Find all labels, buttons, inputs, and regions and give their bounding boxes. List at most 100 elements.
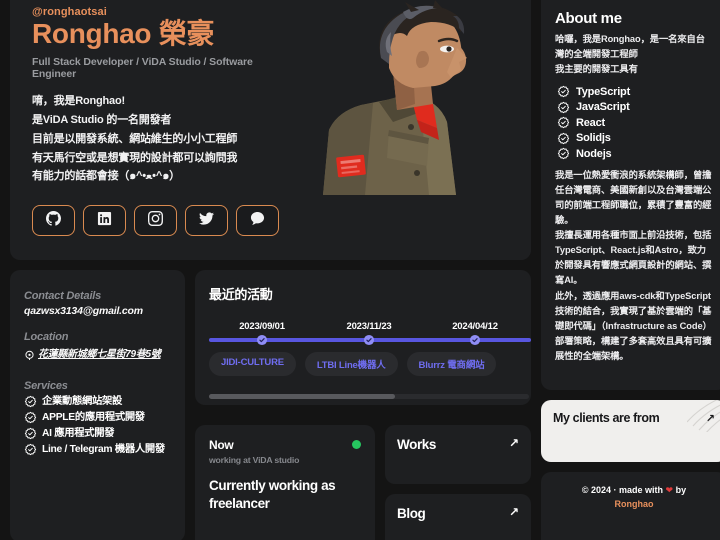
contact-details-block: Contact Details qazwsx3134@gmail.com <box>24 290 171 317</box>
scrollbar-thumb[interactable] <box>209 394 395 399</box>
contact-card: Contact Details qazwsx3134@gmail.com Loc… <box>10 270 185 540</box>
bio-line: 有天馬行空或是想實現的設計都可以詢問我 <box>32 151 238 164</box>
location-title: Location <box>24 331 69 343</box>
timeline-date: 2023/09/01 <box>239 321 285 332</box>
footer-by: by <box>675 485 687 495</box>
link-cards: Works ↗ Blog ↗ <box>385 425 531 540</box>
bio-line: 是ViDA Studio 的一名開發者 <box>32 113 172 126</box>
clients-label: My clients are from <box>553 411 660 425</box>
timeline-node-check-icon[interactable] <box>256 334 268 346</box>
skill-label: JavaScript <box>576 101 630 114</box>
github-icon <box>46 210 61 231</box>
skill-label: Solidjs <box>576 132 611 145</box>
skill-item: Nodejs <box>557 147 713 160</box>
hero-role: Full Stack Developer / ViDA Studio / Sof… <box>32 55 253 80</box>
about-card: About me 哈囉，我是Ronghao，是一名來自台灣的全端開發工程師 我主… <box>541 0 720 390</box>
globe-icon <box>686 400 720 437</box>
badge-check-icon <box>557 116 570 129</box>
service-item: AI 應用程式開發 <box>24 427 171 441</box>
bio-line: 目前是以開發系統、網站維生的小小工程師 <box>32 132 238 145</box>
linkedin-link[interactable] <box>83 205 126 237</box>
skill-item: Solidjs <box>557 132 713 145</box>
linkedin-icon <box>97 211 112 231</box>
bio-line: 唷，我是Ronghao! <box>32 94 125 107</box>
timeline-track <box>209 334 531 346</box>
badge-check-icon <box>24 395 37 408</box>
about-title: About me <box>555 10 622 27</box>
timeline-chip[interactable]: Blurrz 電商網站 <box>406 352 497 376</box>
skill-label: React <box>576 116 605 129</box>
timeline-chips: JIDI-CULTURE LTBI Line機器人 Blurrz 電商網站 <box>209 352 531 376</box>
badge-check-icon <box>557 132 570 145</box>
about-paragraph-3: 此外，透過應用aws-cdk和TypeScript技術的結合，我實現了基於雲端的… <box>555 290 712 361</box>
services-block: Services 企業動態網站架設 APPLE的應用程式開發 AI 應用程式開發… <box>24 380 171 457</box>
timeline-scrollbar[interactable] <box>209 394 529 399</box>
portfolio-page: @ronghaotsai Ronghao 榮豪 Full Stack Devel… <box>0 0 720 540</box>
timeline-node-check-icon[interactable] <box>469 334 481 346</box>
social-links <box>32 205 280 237</box>
skill-list: TypeScript JavaScript React Solidjs Node… <box>557 85 713 160</box>
footer-author[interactable]: Ronghao <box>614 499 653 509</box>
lower-section: Contact Details qazwsx3134@gmail.com Loc… <box>10 270 531 540</box>
timeline-chip[interactable]: LTBI Line機器人 <box>304 352 398 376</box>
service-item: APPLE的應用程式開發 <box>24 411 171 425</box>
handle: @ronghaotsai <box>32 6 107 18</box>
footer-text: © 2024 · made with ❤ by Ronghao <box>582 484 686 511</box>
now-headline: Currently working as freelancer <box>209 478 336 511</box>
chat-bubble-icon <box>250 211 265 231</box>
service-item: Line / Telegram 機器人開發 <box>24 443 171 457</box>
badge-check-icon <box>24 443 37 456</box>
service-label: Line / Telegram 機器人開發 <box>42 443 165 455</box>
skill-item: JavaScript <box>557 101 713 114</box>
badge-check-icon <box>24 427 37 440</box>
timeline-node-check-icon[interactable] <box>363 334 375 346</box>
avatar-illustration <box>261 0 531 260</box>
skill-item: React <box>557 116 713 129</box>
works-card[interactable]: Works ↗ <box>385 425 531 484</box>
external-link-arrow-icon: ↗ <box>508 436 519 450</box>
status-indicator-dot <box>352 440 361 449</box>
location-line[interactable]: 花蓮縣新城鄉七星街79巷5號 <box>24 347 171 366</box>
twitter-icon <box>199 211 214 231</box>
external-link-arrow-icon: ↗ <box>508 504 519 519</box>
timeline-date: 2024/04/12 <box>452 321 498 332</box>
page-title: Ronghao 榮豪 <box>32 18 215 49</box>
timeline-chip[interactable]: JIDI-CULTURE <box>209 352 296 376</box>
now-text: Now working at ViDA studio <box>209 438 299 465</box>
location-value: 花蓮縣新城鄉七星街79巷5號 <box>38 349 161 360</box>
clients-card[interactable]: My clients are from ↗ <box>541 400 720 462</box>
service-label: APPLE的應用程式開發 <box>42 411 145 423</box>
contact-details-title: Contact Details <box>24 290 102 302</box>
works-label: Works <box>397 437 437 452</box>
bio-line: 有能力的話都會接（๑^•ﻌ•^๑） <box>32 170 180 183</box>
blog-card[interactable]: Blog ↗ <box>385 493 531 540</box>
now-card: Now working at ViDA studio Currently wor… <box>195 425 375 540</box>
instagram-icon <box>148 210 163 231</box>
twitter-link[interactable] <box>185 205 228 237</box>
map-pin-icon <box>24 348 35 366</box>
email-value[interactable]: qazwsx3134@gmail.com <box>24 305 171 317</box>
instagram-link[interactable] <box>134 205 177 237</box>
hero-text-block: @ronghaotsai Ronghao 榮豪 Full Stack Devel… <box>10 0 280 260</box>
timeline: 2023/09/01 2023/11/23 2024/04/12 JIDI-CU… <box>195 321 531 376</box>
hero-bio: 唷，我是Ronghao! 是ViDA Studio 的一名開發者 目前是以開發系… <box>32 92 280 187</box>
footer-copyright: © 2024 · made with <box>581 485 664 495</box>
now-title: Now <box>209 438 234 452</box>
activity-and-cards: 最近的活動 2023/09/01 2023/11/23 2024/04/12 J… <box>195 270 531 540</box>
badge-check-icon <box>557 85 570 98</box>
bottom-cards-row: Now working at ViDA studio Currently wor… <box>195 425 531 540</box>
left-column: @ronghaotsai Ronghao 榮豪 Full Stack Devel… <box>10 0 531 540</box>
timeline-dates: 2023/09/01 2023/11/23 2024/04/12 <box>209 321 531 335</box>
chat-link[interactable] <box>236 205 279 237</box>
right-column: About me 哈囉，我是Ronghao，是一名來自台灣的全端開發工程師 我主… <box>541 0 720 540</box>
hero-card: @ronghaotsai Ronghao 榮豪 Full Stack Devel… <box>10 0 531 260</box>
skill-item: TypeScript <box>557 85 713 98</box>
skill-label: Nodejs <box>576 147 612 160</box>
service-label: 企業動態網站架設 <box>42 396 122 407</box>
external-link-arrow-icon: ↗ <box>705 413 715 425</box>
about-intro: 哈囉，我是Ronghao，是一名來自台灣的全端開發工程師 我主要的開發工具有 <box>555 34 705 75</box>
github-link[interactable] <box>32 205 75 237</box>
badge-check-icon <box>557 147 570 160</box>
activity-card: 最近的活動 2023/09/01 2023/11/23 2024/04/12 J… <box>195 270 531 405</box>
now-header: Now working at ViDA studio <box>209 438 361 465</box>
